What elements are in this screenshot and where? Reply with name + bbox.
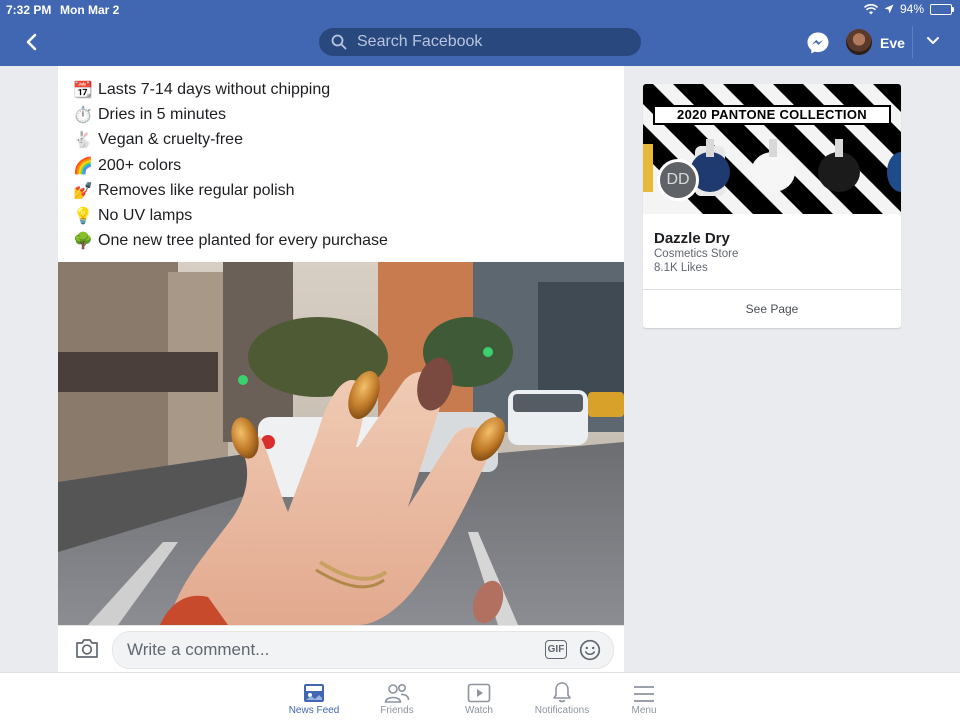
rainbow-icon: 🌈 (73, 157, 93, 175)
user-avatar[interactable] (846, 29, 872, 55)
feature-text: No UV lamps (98, 207, 193, 225)
battery-percent: 94% (899, 2, 924, 16)
tab-label: Notifications (534, 705, 590, 716)
feature-text: Dries in 5 minutes (98, 105, 227, 123)
gif-button[interactable]: GIF (545, 640, 567, 659)
rabbit-icon: 🐇 (73, 132, 93, 150)
feature-text: Vegan & cruelty-free (98, 131, 243, 149)
post-photo[interactable] (58, 262, 624, 625)
feature-text: Removes like regular polish (98, 181, 295, 199)
user-name[interactable]: Eve (880, 35, 905, 51)
page-name[interactable]: Dazzle Dry (654, 230, 730, 247)
search-bar[interactable] (319, 28, 641, 56)
chevron-down-icon[interactable] (926, 36, 940, 46)
status-time: 7:32 PM (6, 3, 52, 17)
feature-text: 200+ colors (98, 156, 182, 174)
friends-icon (384, 683, 410, 703)
feed-post: 📆 Lasts 7-14 days without chipping ⏱️ Drie… (58, 66, 624, 673)
tab-label: Friends (380, 705, 414, 716)
feature-item: 🐇 Vegan & cruelty-free (73, 128, 624, 153)
calendar-icon: 📆 (73, 81, 93, 99)
location-arrow-icon (884, 4, 894, 14)
camera-icon[interactable] (75, 638, 99, 659)
page-card: 2020 PANTONE COLLECTION DD Dazzle Dry Co… (643, 84, 901, 328)
tab-label: Menu (631, 705, 657, 716)
menu-icon (634, 686, 654, 702)
feature-item: 💡 No UV lamps (73, 203, 624, 228)
wifi-icon (863, 3, 878, 14)
status-date: Mon Mar 2 (60, 3, 120, 17)
feature-item: 🌳 One new tree planted for every purchase (73, 229, 624, 254)
tab-news-feed[interactable]: News Feed (279, 679, 349, 716)
cover-title: 2020 PANTONE COLLECTION (653, 105, 891, 125)
comment-input[interactable] (125, 639, 529, 661)
status-right: 94% (863, 2, 954, 16)
nail-polish-icon: 💅 (73, 182, 93, 200)
page-category: Cosmetics Store (654, 248, 739, 260)
bell-icon (553, 682, 571, 703)
feature-text: Lasts 7-14 days without chipping (98, 80, 331, 98)
feature-item: ⏱️ Dries in 5 minutes (73, 102, 624, 127)
top-bar: 7:32 PM Mon Mar 2 94% Eve (0, 0, 960, 66)
tab-watch[interactable]: Watch (444, 679, 514, 716)
comment-box[interactable]: GIF (112, 631, 614, 669)
messenger-icon[interactable] (806, 31, 830, 55)
watch-icon (467, 683, 491, 703)
feature-list: 📆 Lasts 7-14 days without chipping ⏱️ Drie… (58, 66, 624, 254)
light-bulb-icon: 💡 (73, 208, 93, 226)
header-divider (912, 26, 913, 58)
search-icon (331, 34, 347, 50)
tab-menu[interactable]: Menu (609, 679, 679, 716)
stopwatch-icon: ⏱️ (73, 106, 93, 124)
feature-item: 💅 Removes like regular polish (73, 178, 624, 203)
page-avatar[interactable]: DD (657, 159, 699, 201)
status-bar: 7:32 PM Mon Mar 2 94% (0, 0, 960, 20)
tab-label: Watch (465, 705, 493, 716)
see-page-button[interactable]: See Page (643, 289, 901, 328)
bottom-tab-bar: News Feed Friends Watch Notifications Me… (0, 672, 960, 721)
tree-icon: 🌳 (73, 233, 93, 251)
tab-label: News Feed (288, 705, 340, 716)
battery-icon (930, 3, 954, 15)
back-chevron-icon[interactable] (22, 30, 42, 54)
page-likes: 8.1K Likes (654, 262, 708, 274)
smiley-icon[interactable] (579, 639, 601, 661)
search-input[interactable] (355, 32, 619, 52)
feature-item: 🌈 200+ colors (73, 153, 624, 178)
page-cover[interactable]: 2020 PANTONE COLLECTION DD (643, 84, 901, 214)
tab-friends[interactable]: Friends (362, 679, 432, 716)
comment-bar: GIF (58, 625, 624, 673)
tab-notifications[interactable]: Notifications (527, 679, 597, 716)
feature-text: One new tree planted for every purchase (98, 232, 388, 250)
hand-nails-photo (58, 262, 624, 625)
news-feed-icon (304, 684, 324, 702)
feature-item: 📆 Lasts 7-14 days without chipping (73, 77, 624, 102)
